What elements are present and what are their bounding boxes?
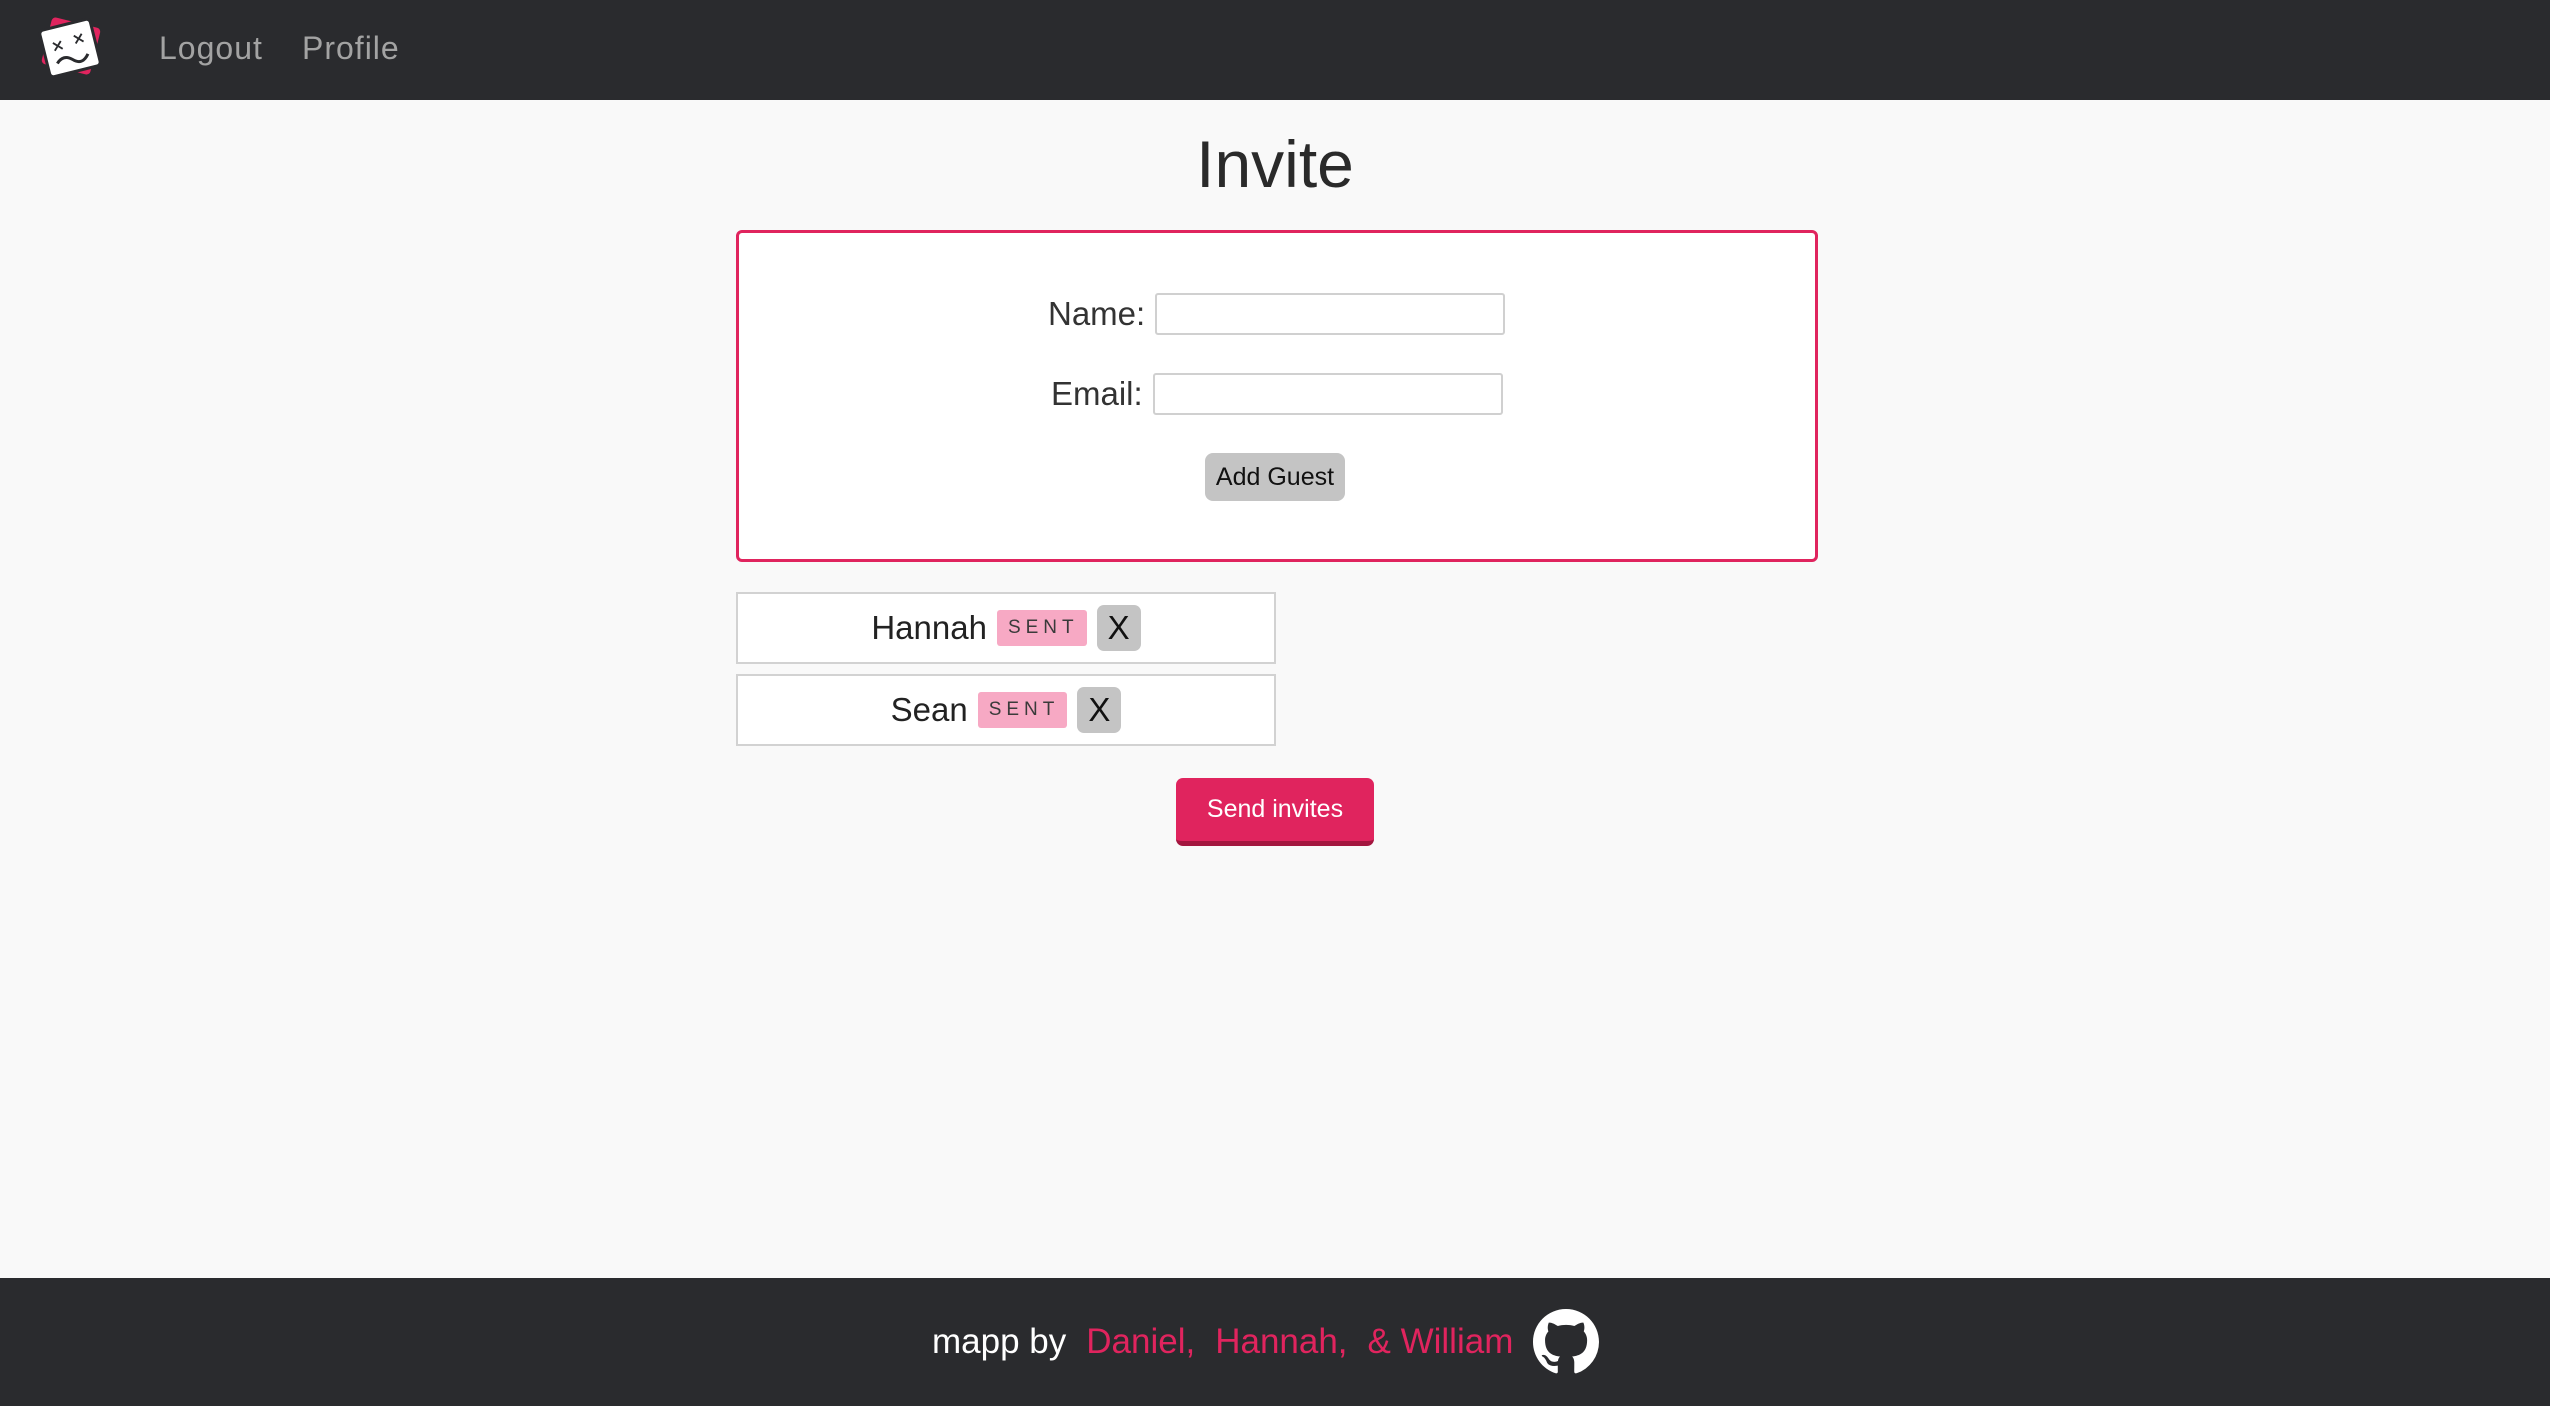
guest-list-item: Hannah SENT X [736,592,1276,664]
name-label: Name: [1048,295,1146,332]
sent-status-badge: SENT [996,610,1087,646]
name-field-row: Name: [1048,293,1506,335]
author-link-hannah[interactable]: Hannah, [1215,1322,1347,1362]
email-label: Email: [1051,375,1143,412]
remove-guest-button[interactable]: X [1077,687,1122,733]
guest-list-item: Sean SENT X [736,674,1276,746]
logout-link[interactable]: Logout [159,30,263,67]
sent-status-badge: SENT [977,692,1068,728]
invite-guest-form: Name: Email: Add Guest [736,230,1818,562]
send-invites-button[interactable]: Send invites [1176,778,1374,846]
footer-credits: mapp by Daniel, Hannah, & William [932,1292,1600,1392]
top-navbar: × × Logout Profile [0,0,2550,100]
email-input[interactable] [1152,373,1503,415]
name-input[interactable] [1155,293,1506,335]
guest-name: Sean [890,691,968,728]
footer-prefix: mapp by [932,1322,1067,1361]
author-link-daniel[interactable]: Daniel, [1086,1322,1195,1362]
remove-guest-button[interactable]: X [1096,605,1141,651]
page-title: Invite [1196,127,1354,201]
profile-link[interactable]: Profile [302,30,400,67]
github-icon[interactable] [1533,1309,1600,1375]
guest-name: Hannah [871,609,987,646]
add-guest-button[interactable]: Add Guest [1205,453,1345,501]
author-link-william[interactable]: & William [1368,1322,1514,1362]
footer: mapp by Daniel, Hannah, & William [0,1278,2550,1406]
dizzy-face-logo-icon[interactable]: × × [34,12,110,84]
email-field-row: Email: [1051,373,1503,415]
